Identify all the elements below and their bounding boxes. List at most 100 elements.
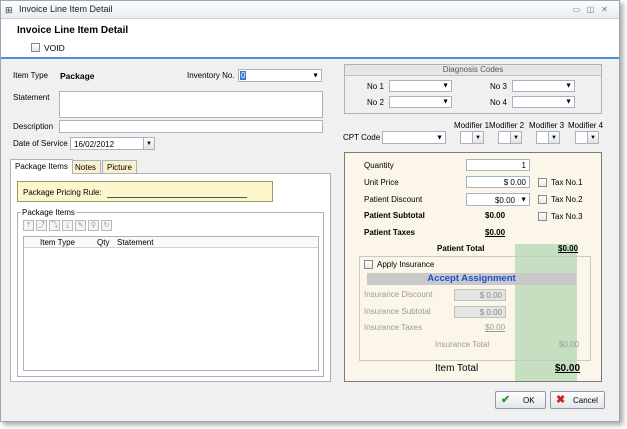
void-checkbox[interactable] (31, 43, 40, 52)
insurance-subtotal-label: Insurance Subtotal (364, 307, 431, 316)
insurance-discount-label: Insurance Discount (364, 290, 433, 299)
insurance-subtotal-input[interactable]: $ 0.00 (454, 306, 506, 318)
modifier-2-label: Modifier 2 (489, 121, 525, 130)
diagnosis-codes-group: Diagnosis Codes No 1 ▼ No 3 ▼ No 2 ▼ No … (344, 64, 602, 114)
link-item-icon[interactable]: ⚲ (88, 220, 99, 231)
inventory-value: 0 (240, 71, 247, 80)
chevron-down-icon: ▼ (510, 132, 521, 143)
edit-item-icon[interactable]: ✎ (75, 220, 86, 231)
item-type-value: Package (60, 71, 95, 81)
no2-dropdown[interactable]: ▼ (389, 96, 452, 108)
chevron-down-icon: ▼ (472, 132, 483, 143)
move-last-icon[interactable]: ⤓ (62, 220, 73, 231)
no1-label: No 1 (367, 82, 384, 91)
tax1-label: Tax No.1 (551, 178, 583, 187)
insurance-total-label: Insurance Total (435, 340, 490, 349)
insurance-taxes-value[interactable]: $0.00 (485, 323, 505, 332)
no3-dropdown[interactable]: ▼ (512, 80, 575, 92)
package-items-label: Package Items (21, 208, 76, 217)
date-label: Date of Service (13, 139, 68, 148)
ok-label: OK (523, 396, 535, 405)
cancel-label: Cancel (573, 396, 598, 405)
description-label: Description (13, 122, 54, 131)
patient-discount-label: Patient Discount (364, 195, 423, 204)
patient-discount-dropdown[interactable]: $0.00 ▼ (466, 193, 530, 206)
chevron-down-icon: ▼ (548, 132, 559, 143)
pricing-rule-box: Package Pricing Rule: (17, 181, 273, 202)
move-up-icon[interactable]: ⤴ (36, 220, 47, 231)
move-down-icon[interactable]: ⤵ (49, 220, 60, 231)
tab-picture[interactable]: Picture (102, 160, 137, 174)
chevron-down-icon: ▼ (442, 82, 449, 90)
diagnosis-title: Diagnosis Codes (442, 65, 504, 74)
title-bar: ⊞ Invoice Line Item Detail ▭ ◫ ✕ (1, 1, 619, 19)
tax1-checkbox[interactable] (538, 178, 547, 187)
insurance-total-value: $0.00 (559, 340, 580, 349)
header-divider (1, 57, 619, 59)
quantity-input[interactable]: 1 (466, 159, 530, 171)
package-items-group: Package Items ⤒ ⤴ ⤵ ⤓ ✎ ⚲ ↻ Item Type Qt… (17, 208, 324, 377)
modifier-1-dropdown[interactable]: ▼ (460, 131, 484, 144)
quantity-label: Quantity (364, 161, 394, 170)
pricing-rule-field[interactable] (107, 197, 247, 198)
no3-label: No 3 (490, 82, 507, 91)
patient-taxes-value[interactable]: $0.00 (485, 228, 505, 237)
no2-label: No 2 (367, 98, 384, 107)
modifier-3-label: Modifier 3 (529, 121, 565, 130)
statement-input[interactable] (59, 91, 323, 118)
refresh-icon[interactable]: ↻ (101, 220, 112, 231)
close-icon[interactable]: ✕ (599, 4, 610, 15)
patient-total-label: Patient Total (437, 244, 485, 253)
cancel-button[interactable]: ✖ Cancel (550, 391, 605, 409)
insurance-discount-input[interactable]: $ 0.00 (454, 289, 506, 301)
move-first-icon[interactable]: ⤒ (23, 220, 34, 231)
calendar-dropdown-icon[interactable]: ▼ (143, 138, 154, 149)
void-label: VOID (44, 43, 65, 53)
modifier-1-label: Modifier 1 (454, 121, 490, 130)
no1-dropdown[interactable]: ▼ (389, 80, 452, 92)
modifier-4-dropdown[interactable]: ▼ (575, 131, 599, 144)
inventory-dropdown[interactable]: 0 ▼ (238, 69, 322, 82)
patient-total-value: $0.00 (558, 244, 579, 253)
patient-discount-value: $0.00 (494, 196, 515, 205)
check-icon: ✔ (501, 394, 511, 406)
column-item-type[interactable]: Item Type (40, 238, 75, 247)
maximize-icon[interactable]: ◫ (585, 4, 596, 15)
package-items-table[interactable]: Item Type Qty Statement (23, 236, 319, 371)
item-type-label: Item Type (13, 71, 48, 80)
tab-notes[interactable]: Notes (70, 160, 101, 174)
statement-label: Statement (13, 93, 50, 102)
modifier-2-dropdown[interactable]: ▼ (498, 131, 522, 144)
tab-package-items[interactable]: Package Items (10, 159, 73, 174)
insurance-taxes-label: Insurance Taxes (364, 323, 423, 332)
tax3-checkbox[interactable] (538, 212, 547, 221)
patient-subtotal-label: Patient Subtotal (364, 211, 425, 220)
no4-dropdown[interactable]: ▼ (512, 96, 575, 108)
x-icon: ✖ (556, 394, 566, 406)
apply-insurance-label: Apply Insurance (377, 260, 435, 269)
modifier-4-label: Modifier 4 (568, 121, 604, 130)
tax2-checkbox[interactable] (538, 195, 547, 204)
chevron-down-icon: ▼ (565, 98, 572, 106)
window-title: Invoice Line Item Detail (19, 4, 113, 14)
cpt-code-dropdown[interactable]: ▼ (382, 131, 446, 144)
cpt-code-label: CPT Code (343, 133, 381, 142)
minimize-icon[interactable]: ▭ (571, 4, 582, 15)
tax3-label: Tax No.3 (551, 212, 583, 221)
date-of-service-picker[interactable]: 16/02/2012 ▼ (70, 137, 155, 150)
dialog-header: Invoice Line Item Detail VOID (1, 19, 619, 57)
modifier-3-dropdown[interactable]: ▼ (536, 131, 560, 144)
column-qty[interactable]: Qty (97, 238, 109, 247)
tax2-label: Tax No.2 (551, 195, 583, 204)
dialog-window: ⊞ Invoice Line Item Detail ▭ ◫ ✕ Invoice… (0, 0, 620, 422)
ok-button[interactable]: ✔ OK (495, 391, 546, 409)
unit-price-label: Unit Price (364, 178, 399, 187)
chevron-down-icon: ▼ (436, 134, 443, 141)
date-value: 16/02/2012 (74, 140, 115, 149)
apply-insurance-checkbox[interactable] (364, 260, 373, 269)
chevron-down-icon: ▼ (565, 82, 572, 90)
column-statement[interactable]: Statement (117, 238, 153, 247)
description-input[interactable] (59, 120, 323, 133)
page-title: Invoice Line Item Detail (17, 25, 129, 36)
unit-price-input[interactable]: $ 0.00 (466, 176, 530, 188)
